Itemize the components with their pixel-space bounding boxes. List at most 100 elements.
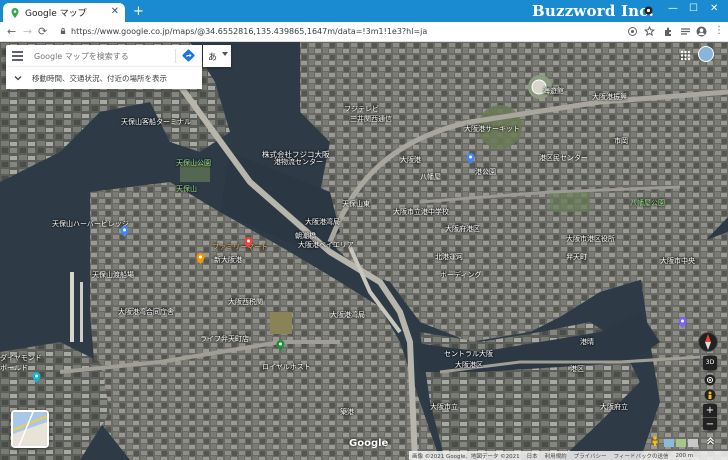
map-label[interactable]: 大阪港湾局: [330, 310, 365, 320]
expand-chevron-icon[interactable]: [706, 436, 715, 445]
map-label[interactable]: 大阪港: [400, 155, 421, 165]
map-pin-icon[interactable]: [244, 237, 253, 248]
map-label[interactable]: 天保山渡船場: [92, 270, 134, 280]
ime-toggle[interactable]: あ: [203, 45, 231, 67]
imagery-thumbnails-icon[interactable]: [664, 439, 700, 447]
map-label[interactable]: 天保山公園: [176, 158, 211, 168]
hint-text: 移動時間、交通状況、付近の場所を表示: [32, 73, 167, 83]
zoom-out-button[interactable]: −: [703, 417, 717, 430]
map-label[interactable]: 大阪港湾合同庁舎: [118, 307, 174, 317]
map-label[interactable]: 大阪市立港中学校: [393, 207, 449, 217]
map-label[interactable]: 大阪港湾局: [305, 217, 340, 227]
map-label[interactable]: 大阪港サーキット: [464, 124, 520, 134]
tab-close-icon[interactable]: ✕: [111, 6, 119, 17]
chevron-down-icon: [222, 52, 228, 56]
streetview-icon[interactable]: [704, 389, 716, 401]
record-icon: [644, 6, 653, 15]
map-label[interactable]: 八幡屋: [420, 172, 441, 182]
map-label[interactable]: 天保山客船ターミナル: [121, 117, 191, 127]
search-box: [6, 45, 202, 67]
map-label[interactable]: セントラル大阪: [444, 349, 493, 359]
map-label[interactable]: 港区: [570, 364, 584, 374]
new-tab-icon[interactable]: +: [133, 5, 144, 19]
map-label[interactable]: ロイヤルホスト: [262, 362, 311, 372]
layers-toggle[interactable]: [11, 410, 49, 448]
scale-text: 200 m: [675, 452, 694, 459]
more-menu-icon[interactable]: ⋮: [714, 25, 724, 36]
chevron-down-icon: [14, 76, 22, 81]
footer-link[interactable]: プライバシー: [574, 452, 607, 460]
map-label[interactable]: 大阪府立: [600, 402, 628, 412]
map-label[interactable]: 大阪府港区: [445, 224, 480, 234]
close-icon[interactable]: ✕: [710, 3, 718, 14]
map-label[interactable]: ダイヤモンド: [0, 353, 42, 363]
satellite-map[interactable]: 天保山公園 天保山 天保山ハーバービレッジ 天保山渡船場 天保山客船ターミナル …: [0, 42, 728, 460]
map-label[interactable]: フジテレビ: [344, 104, 379, 114]
explore-hint[interactable]: 移動時間、交通状況、付近の場所を表示: [6, 67, 202, 89]
map-label[interactable]: 大阪港ベイエリア: [298, 240, 354, 250]
map-label[interactable]: ライフ弁天町店: [200, 334, 249, 344]
map-label[interactable]: 天保山ハーバービレッジ: [52, 219, 129, 229]
zoom-in-button[interactable]: +: [703, 404, 717, 417]
map-label[interactable]: 三井関西通信: [350, 114, 392, 124]
directions-icon[interactable]: [182, 49, 195, 62]
back-icon[interactable]: ←: [7, 25, 16, 38]
map-label[interactable]: 築港: [340, 407, 354, 417]
avatar[interactable]: [698, 46, 714, 62]
map-layer-icon: [13, 412, 47, 446]
my-location-icon[interactable]: [704, 374, 716, 386]
map-label[interactable]: 天保山: [176, 184, 197, 194]
bookmark-star-icon[interactable]: [644, 26, 655, 37]
map-label[interactable]: 港晴: [580, 337, 594, 347]
hamburger-menu-icon[interactable]: [12, 51, 23, 61]
map-pin-icon[interactable]: [196, 253, 205, 264]
copyright-text: 画像 ©2021 Google、地図データ ©2021: [412, 453, 520, 460]
reload-icon[interactable]: ⟳: [38, 25, 47, 38]
map-label[interactable]: 北港運河: [435, 252, 463, 262]
map-label[interactable]: ボーディング: [440, 270, 482, 280]
maps-pin-icon: [11, 7, 19, 18]
map-label[interactable]: 海遊館: [543, 86, 564, 96]
minimize-icon[interactable]: —: [668, 3, 678, 14]
browser-tab[interactable]: Google マップ ✕: [3, 3, 125, 22]
reading-list-icon[interactable]: [680, 26, 691, 37]
brand-title: Buzzword Inc.: [532, 2, 655, 20]
search-input[interactable]: [34, 48, 172, 64]
pegman-icon[interactable]: [651, 436, 659, 446]
map-label[interactable]: 弁天町: [566, 252, 587, 262]
map-label[interactable]: 大阪港振興: [592, 92, 627, 102]
forward-icon[interactable]: →: [23, 25, 32, 38]
location-icon[interactable]: [627, 26, 638, 37]
footer-link[interactable]: フィードバックの送信: [614, 452, 669, 460]
map-label[interactable]: 天保山東: [342, 199, 370, 209]
map-label[interactable]: 港区民センター: [539, 153, 588, 163]
map-label[interactable]: 大阪西税関: [228, 297, 263, 307]
profile-icon[interactable]: [696, 26, 707, 37]
map-label[interactable]: 大阪港区: [455, 360, 483, 370]
map-label[interactable]: 港公園: [475, 167, 496, 177]
footer-link[interactable]: 日本: [527, 452, 538, 460]
map-label[interactable]: 港物流センター: [274, 157, 323, 167]
map-pin-icon[interactable]: [276, 340, 285, 351]
compass-icon[interactable]: [698, 332, 718, 352]
map-label[interactable]: 八幡屋公園: [630, 198, 665, 208]
map-label[interactable]: 大阪市立: [430, 402, 458, 412]
map-footer: 画像 ©2021 Google、地図データ ©2021 日本 利用規約 プライバ…: [409, 451, 728, 460]
url-field[interactable]: https://www.google.co.jp/maps/@34.655281…: [60, 25, 660, 39]
map-label[interactable]: 大阪市中央: [660, 256, 695, 266]
map-pin-icon[interactable]: [678, 317, 687, 328]
map-label[interactable]: 大阪市港区役所: [566, 234, 615, 244]
map-pin-icon[interactable]: [120, 226, 129, 237]
map-label[interactable]: ボールド: [0, 363, 28, 373]
map-pin-icon[interactable]: [32, 372, 41, 383]
lock-icon: [60, 28, 66, 34]
3d-toggle-button[interactable]: 3D: [703, 356, 717, 370]
maximize-icon[interactable]: ☐: [689, 3, 698, 14]
map-label[interactable]: ファミリーマート: [212, 242, 268, 252]
map-label[interactable]: 新大阪港: [214, 255, 242, 265]
extension-icon[interactable]: [663, 26, 674, 37]
footer-link[interactable]: 利用規約: [545, 452, 567, 460]
apps-grid-icon[interactable]: [680, 50, 691, 61]
map-pin-icon[interactable]: [466, 153, 475, 164]
map-label[interactable]: 市岡: [614, 136, 628, 146]
